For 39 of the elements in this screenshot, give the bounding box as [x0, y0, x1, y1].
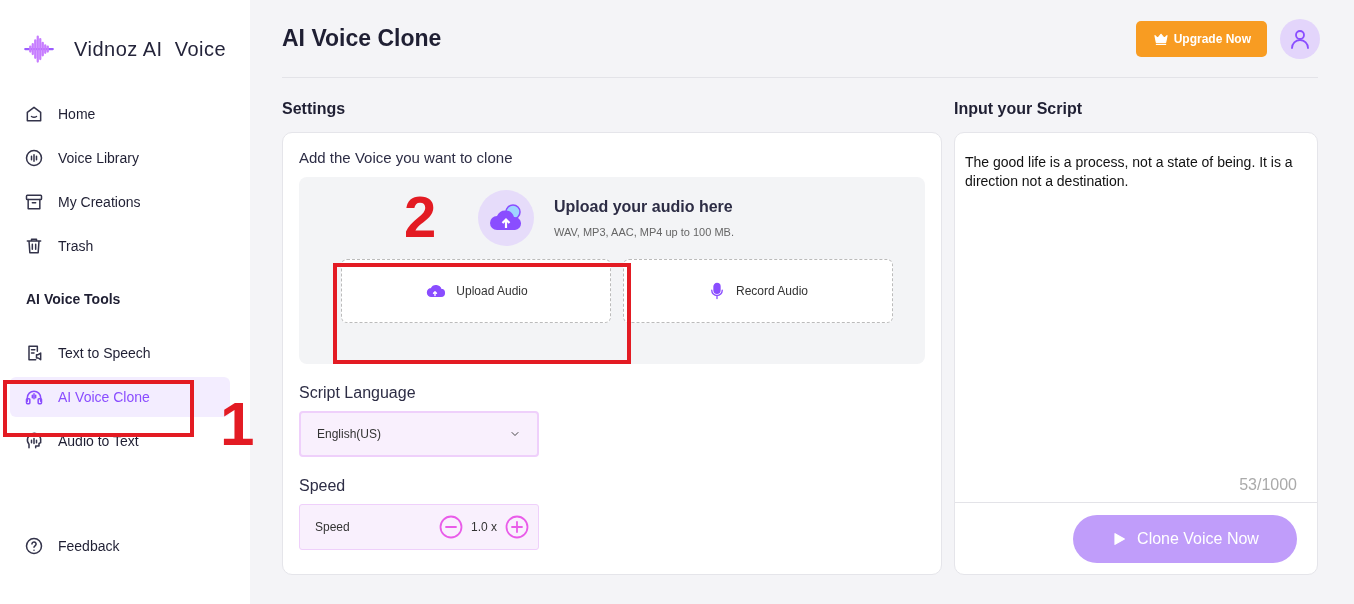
decrease-button[interactable]: [439, 515, 463, 539]
section-heading: Settings: [282, 100, 347, 118]
page-title: AI Voice Clone: [282, 25, 443, 52]
avatar[interactable]: [1280, 18, 1320, 59]
annotation-number: 2: [404, 188, 437, 246]
card-heading: Add the Voice you want to clone: [299, 149, 514, 166]
speed-value: 1.0 x: [471, 520, 497, 534]
archive-box-icon: [24, 192, 44, 212]
increase-button[interactable]: [505, 515, 529, 539]
cloud-upload-icon: [478, 190, 534, 246]
record-audio-button[interactable]: Record Audio: [623, 259, 893, 323]
logo-text: Vidnoz AI: [74, 37, 163, 61]
sidebar-item[interactable]: Voice Library: [10, 138, 230, 178]
trash-icon: [24, 236, 44, 256]
upload-audio-button[interactable]: Upload Audio: [341, 259, 611, 323]
field-label: Speed: [299, 477, 347, 495]
sidebar-item[interactable]: Text to Speech: [10, 333, 230, 373]
cloud-upload-icon: [424, 282, 447, 300]
language-dropdown[interactable]: English(US): [299, 411, 539, 457]
headphones-icon: [24, 387, 44, 407]
logo-text: Voice: [174, 37, 227, 61]
upload-heading: Upload your audio here: [554, 198, 734, 216]
sidebar-item[interactable]: Home: [10, 94, 230, 134]
section-heading: Input your Script: [954, 100, 1083, 118]
minus-icon: [439, 515, 463, 539]
field-label: Script Language: [299, 384, 417, 402]
question-circle-icon: [24, 536, 44, 556]
speed-label: Speed: [315, 520, 350, 534]
character-counter: 53/1000: [1238, 476, 1298, 495]
plus-icon: [505, 515, 529, 539]
play-icon: [1111, 530, 1128, 547]
sound-wave-icon: [24, 148, 44, 168]
script-text: The good life is a process, not a state of being. It is a direction not a destination.: [964, 153, 1294, 191]
section-heading: AI Voice Tools: [26, 291, 122, 307]
sidebar-item[interactable]: My Creations: [10, 182, 230, 222]
sidebar-item[interactable]: Trash: [10, 226, 230, 266]
house-icon: [24, 104, 44, 124]
feedback-link[interactable]: Feedback: [10, 526, 230, 566]
upload-hint: WAV, MP3, AAC, MP4 up to 100 MB.: [554, 226, 734, 238]
